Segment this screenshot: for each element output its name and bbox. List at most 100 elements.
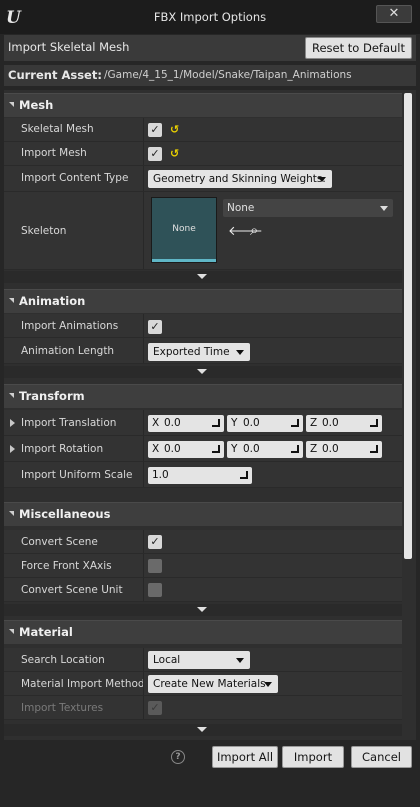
column-divider	[143, 672, 144, 695]
category-title: Material	[19, 625, 73, 639]
import-translation-label: Import Translation	[21, 417, 117, 429]
rotation-z-field[interactable]: Z 0.0	[306, 441, 382, 458]
close-button[interactable]: ✕	[376, 5, 412, 23]
category-mesh[interactable]: Mesh	[4, 93, 402, 117]
resize-grip-icon	[370, 419, 378, 427]
import-button[interactable]: Import	[282, 746, 344, 768]
force-front-xaxis-checkbox[interactable]	[148, 559, 162, 573]
convert-scene-checkbox[interactable]: ✓	[148, 535, 162, 549]
import-content-type-label: Import Content Type	[21, 172, 129, 184]
resize-grip-icon	[370, 445, 378, 453]
skeleton-dropdown[interactable]: None	[223, 199, 393, 217]
row-import-rotation: Import Rotation X 0.0 Y 0.0 Z 0.0	[4, 436, 402, 462]
dropdown-value: Geometry and Skinning Weights.	[153, 173, 326, 185]
window-title: FBX Import Options	[153, 10, 267, 24]
category-title: Transform	[19, 389, 85, 403]
convert-scene-unit-label: Convert Scene Unit	[21, 584, 123, 596]
cancel-button[interactable]: Cancel	[351, 746, 412, 768]
row-skeleton: Skeleton None None 🡐 ⌕	[4, 192, 402, 270]
row-force-front-xaxis: Force Front XAxis	[4, 554, 402, 578]
category-animation[interactable]: Animation	[4, 289, 402, 313]
category-transform[interactable]: Transform	[4, 384, 402, 408]
current-asset-path: /Game/4_15_1/Model/Snake/Taipan_Animatio…	[104, 69, 352, 81]
import-textures-checkbox: ✓	[148, 701, 162, 715]
field-value: 1.0	[152, 469, 169, 481]
uniform-scale-field[interactable]: 1.0	[148, 467, 252, 484]
row-import-animations: Import Animations ✓	[4, 314, 402, 338]
axis-label: Z	[310, 443, 318, 455]
dialog-header: Import Skeletal Mesh Reset to Default	[4, 35, 416, 61]
animation-length-dropdown[interactable]: Exported Time	[148, 343, 250, 361]
column-divider	[143, 338, 144, 363]
panel-scrollbar[interactable]	[404, 93, 412, 559]
column-divider	[143, 410, 144, 435]
column-divider	[143, 314, 144, 337]
browse-search-icon[interactable]: ⌕	[250, 221, 258, 239]
rotation-x-field[interactable]: X 0.0	[148, 441, 224, 458]
translation-x-field[interactable]: X 0.0	[148, 415, 224, 432]
axis-label: X	[152, 417, 160, 429]
import-rotation-label: Import Rotation	[21, 443, 104, 455]
advanced-expander-material[interactable]	[4, 724, 402, 736]
dropdown-value: Local	[153, 654, 181, 666]
category-material[interactable]: Material	[4, 620, 402, 644]
column-divider	[143, 648, 144, 671]
skeletal-mesh-checkbox[interactable]: ✓	[148, 123, 162, 137]
translation-z-field[interactable]: Z 0.0	[306, 415, 382, 432]
expand-chevron-icon	[197, 727, 207, 732]
advanced-expander-misc[interactable]	[4, 604, 402, 616]
material-import-method-label: Material Import Method	[21, 678, 145, 690]
skeleton-thumbnail[interactable]: None	[151, 197, 217, 263]
column-divider	[143, 696, 144, 719]
reset-value-icon[interactable]: ↺	[170, 147, 179, 160]
row-skeletal-mesh: Skeletal Mesh ✓ ↺	[4, 118, 402, 142]
field-value: 0.0	[322, 417, 339, 429]
search-location-dropdown[interactable]: Local	[148, 651, 250, 669]
advanced-expander-mesh[interactable]	[4, 271, 402, 283]
expand-arrow-icon[interactable]	[10, 419, 15, 427]
title-bar: U FBX Import Options ✕	[0, 0, 420, 34]
options-panel: Mesh Skeletal Mesh ✓ ↺ Import Mesh ✓ ↺ I…	[4, 90, 416, 740]
column-divider	[143, 118, 144, 141]
material-import-method-dropdown[interactable]: Create New Materials	[148, 675, 278, 693]
convert-scene-label: Convert Scene	[21, 536, 98, 548]
translation-y-field[interactable]: Y 0.0	[227, 415, 303, 432]
dropdown-value: Create New Materials	[153, 678, 266, 690]
category-miscellaneous[interactable]: Miscellaneous	[4, 502, 402, 526]
chevron-down-icon	[318, 177, 326, 182]
resize-grip-icon	[291, 419, 299, 427]
axis-label: Y	[231, 417, 238, 429]
collapse-arrow-icon	[9, 393, 14, 398]
column-divider	[143, 192, 144, 269]
import-textures-label: Import Textures	[21, 702, 104, 714]
field-value: 0.0	[164, 417, 181, 429]
dialog-title: Import Skeletal Mesh	[8, 40, 130, 54]
column-divider	[143, 142, 144, 165]
reset-to-default-button[interactable]: Reset to Default	[305, 37, 412, 59]
row-search-location: Search Location Local	[4, 648, 402, 672]
import-animations-checkbox[interactable]: ✓	[148, 320, 162, 334]
rotation-y-field[interactable]: Y 0.0	[227, 441, 303, 458]
search-location-label: Search Location	[21, 654, 105, 666]
current-asset-label: Current Asset:	[8, 68, 102, 82]
import-all-button[interactable]: Import All	[212, 746, 278, 768]
row-import-translation: Import Translation X 0.0 Y 0.0 Z 0.0	[4, 410, 402, 436]
category-title: Miscellaneous	[19, 507, 111, 521]
convert-scene-unit-checkbox[interactable]	[148, 583, 162, 597]
category-title: Animation	[19, 294, 86, 308]
axis-label: Y	[231, 443, 238, 455]
reset-value-icon[interactable]: ↺	[170, 123, 179, 136]
help-icon[interactable]: ?	[171, 750, 185, 764]
column-divider	[143, 554, 144, 577]
row-animation-length: Animation Length Exported Time	[4, 338, 402, 364]
thumbnail-strip	[152, 259, 216, 262]
row-import-uniform-scale: Import Uniform Scale 1.0	[4, 462, 402, 488]
advanced-expander-animation[interactable]	[4, 366, 402, 378]
resize-grip-icon	[212, 419, 220, 427]
import-mesh-checkbox[interactable]: ✓	[148, 147, 162, 161]
resize-grip-icon	[291, 445, 299, 453]
skeleton-label: Skeleton	[21, 225, 67, 237]
expand-arrow-icon[interactable]	[10, 445, 15, 453]
dropdown-value: Exported Time	[153, 346, 230, 358]
import-content-type-dropdown[interactable]: Geometry and Skinning Weights.	[148, 170, 332, 188]
